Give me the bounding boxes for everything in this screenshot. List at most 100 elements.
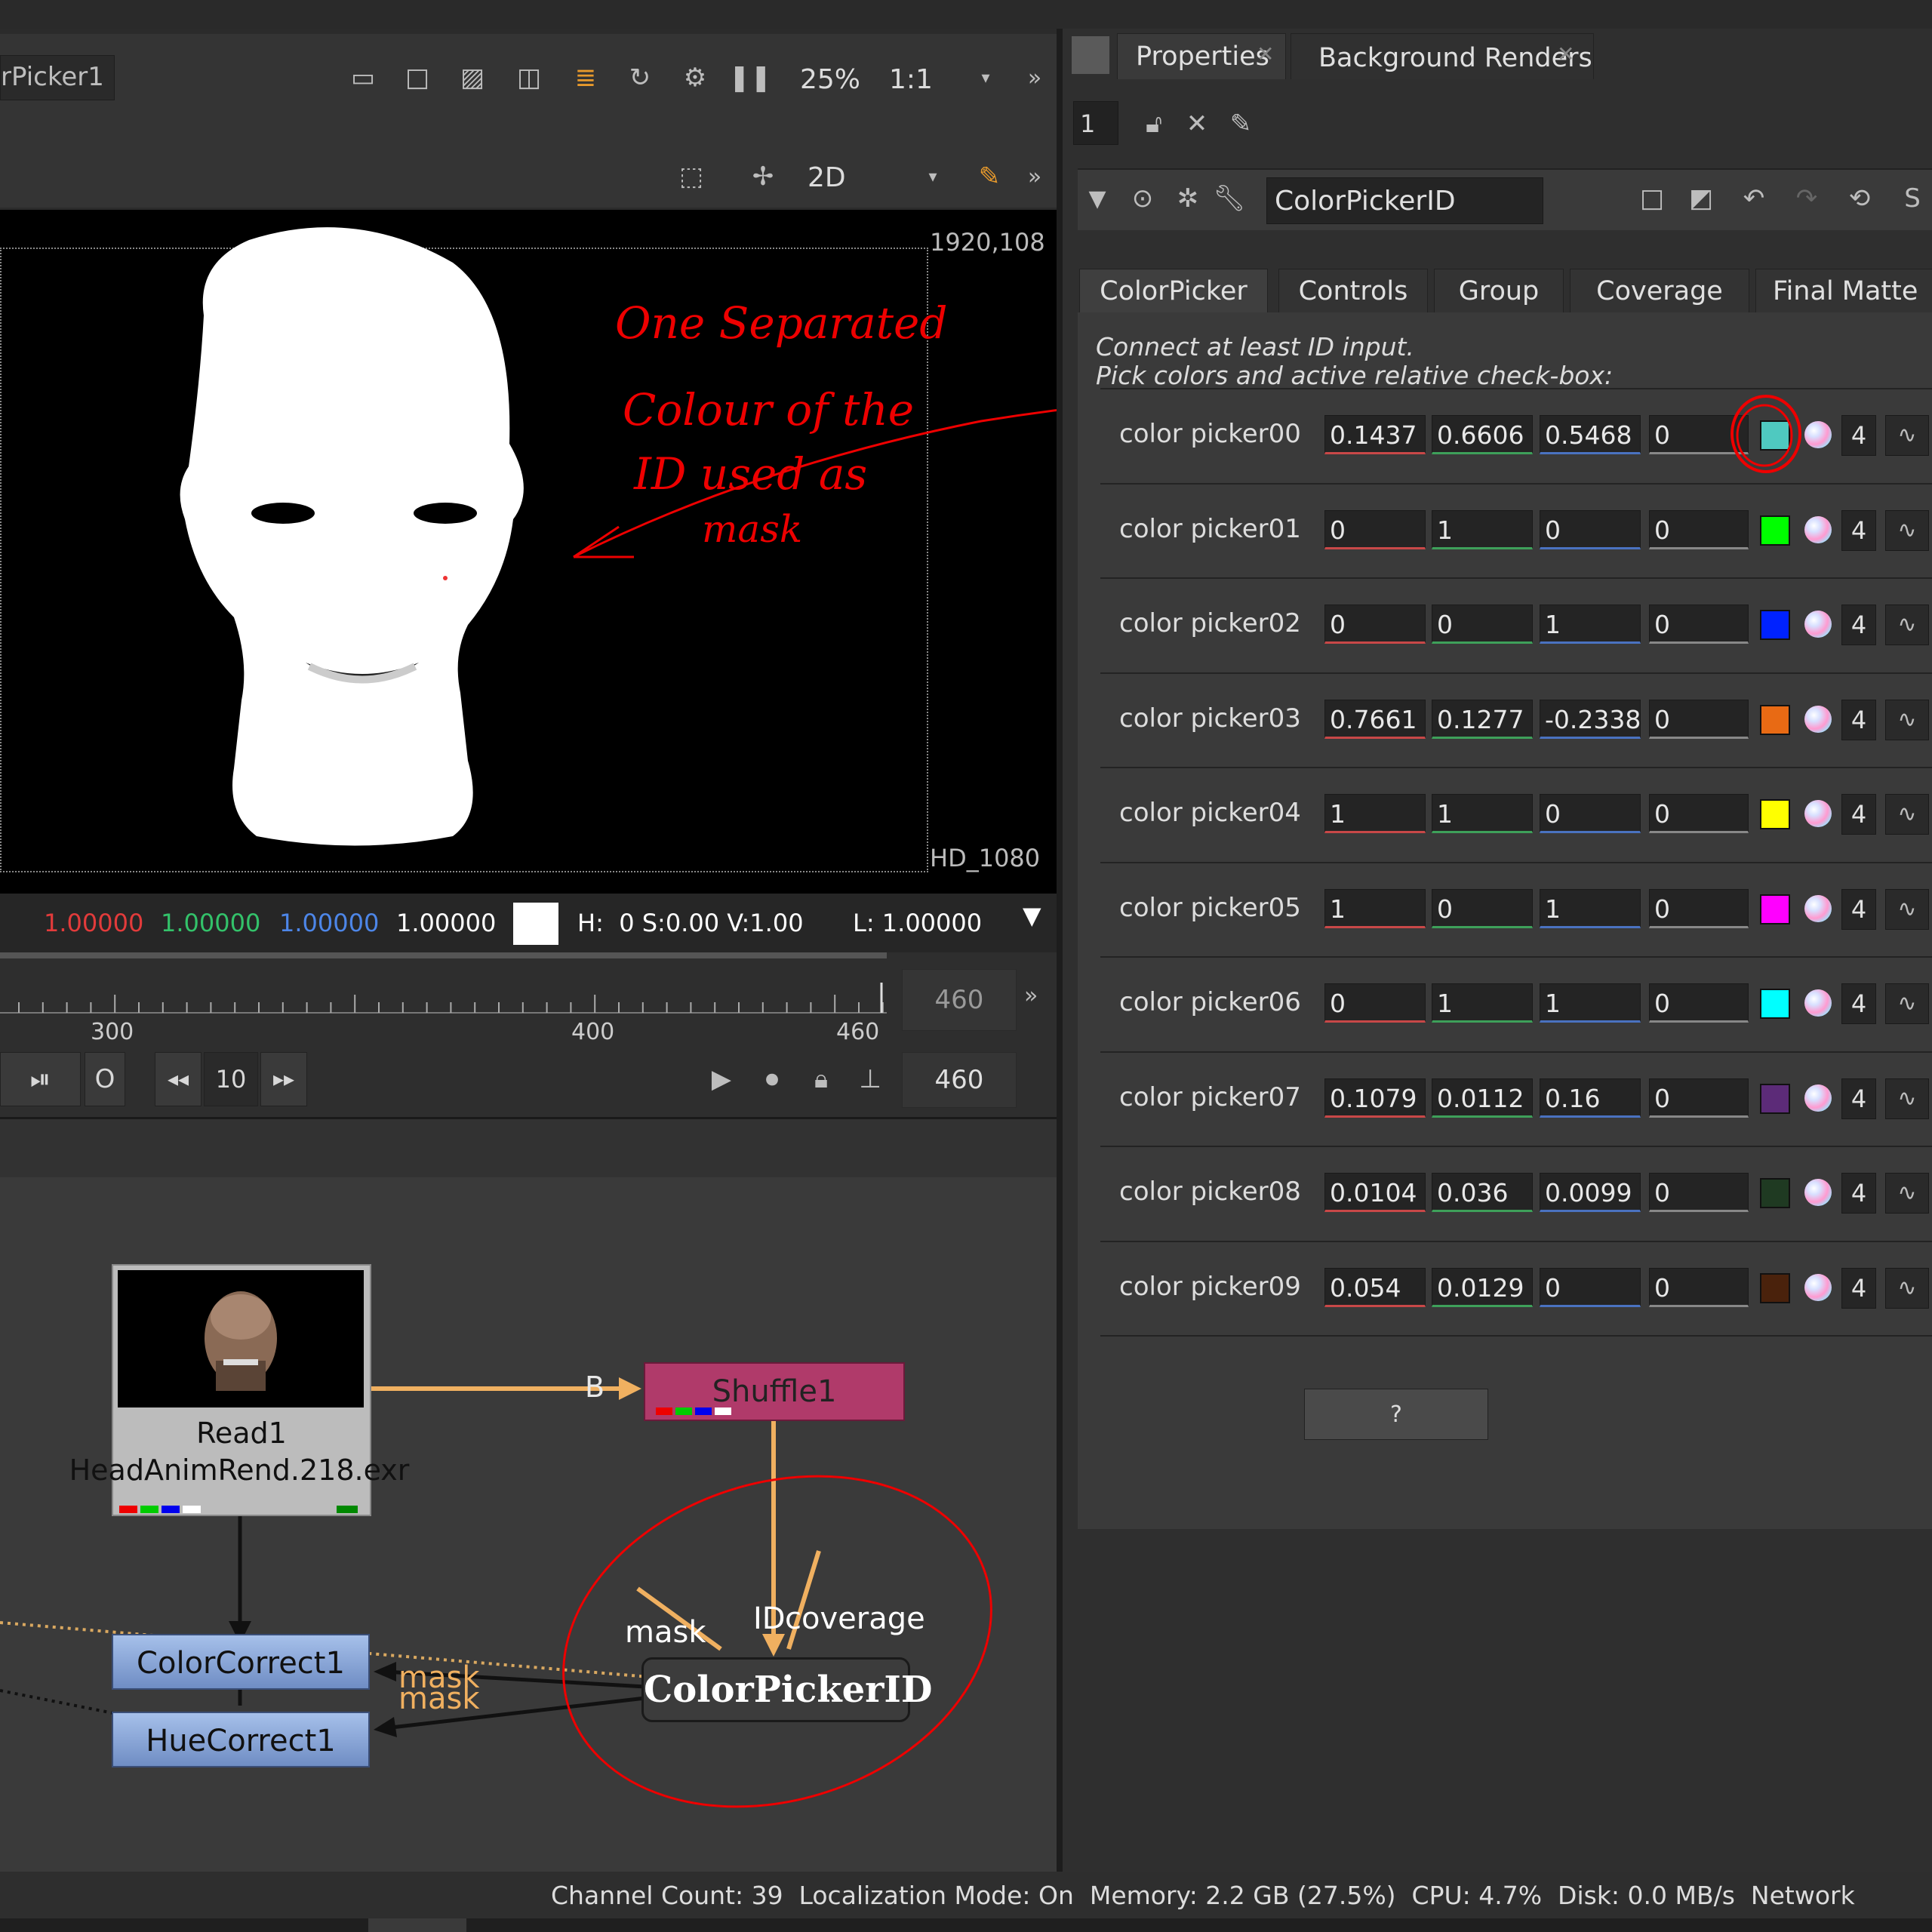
expand-icon[interactable]: » xyxy=(1015,58,1054,97)
step-back-icon[interactable]: ◂◂ xyxy=(155,1052,202,1106)
color-swatch-button[interactable] xyxy=(1760,894,1790,924)
taskbar-item[interactable] xyxy=(368,1918,466,1932)
flipbook-icon[interactable]: ▶ xyxy=(702,1060,741,1099)
picker-r-field[interactable]: 0.1079 xyxy=(1324,1078,1426,1118)
color-wheel-icon[interactable] xyxy=(1804,989,1832,1017)
roi-icon[interactable]: □ xyxy=(398,58,437,97)
channel-count-button[interactable]: 4 xyxy=(1841,415,1876,456)
channel-count-button[interactable]: 4 xyxy=(1841,1173,1876,1214)
help-button[interactable]: ? xyxy=(1304,1389,1488,1440)
channel-count-button[interactable]: 4 xyxy=(1841,509,1876,551)
picker-a-field[interactable]: 0 xyxy=(1649,794,1749,833)
record-icon[interactable]: ⏺ xyxy=(752,1060,792,1099)
picker-g-field[interactable]: 1 xyxy=(1432,509,1533,549)
tab-background-renders[interactable]: Background Renders ✕ xyxy=(1291,33,1594,79)
picker-b-field[interactable]: 1 xyxy=(1540,605,1641,644)
node-graph[interactable]: Read1 HeadAnimRend.218.exr Shuffle1 B Co… xyxy=(0,1177,1057,1887)
picker-r-field[interactable]: 0 xyxy=(1324,605,1426,644)
font-color-icon[interactable]: ◩ xyxy=(1681,179,1721,218)
picker-a-field[interactable]: 0 xyxy=(1649,1173,1749,1212)
lock-icon[interactable]: 🔓︎ xyxy=(1134,104,1174,143)
picker-b-field[interactable]: 0.0099 xyxy=(1540,1173,1641,1212)
channel-count-button[interactable]: 4 xyxy=(1841,699,1876,740)
region-select-icon[interactable]: ⬚ xyxy=(672,157,711,196)
viewer-node-field[interactable]: rPicker1 xyxy=(0,55,115,100)
range-icon[interactable]: ⊥ xyxy=(851,1060,890,1099)
timeline-ruler[interactable] xyxy=(0,983,898,1020)
ratio-value[interactable]: 1:1 xyxy=(889,64,933,95)
color-wheel-icon[interactable] xyxy=(1804,1084,1832,1112)
refresh-icon[interactable]: ↻ xyxy=(620,58,660,97)
color-swatch-button[interactable] xyxy=(1760,1272,1790,1303)
tab-properties[interactable]: Properties ✕ xyxy=(1117,33,1286,79)
animation-curve-icon[interactable]: ∿ xyxy=(1885,1078,1929,1119)
picker-g-field[interactable]: 1 xyxy=(1432,794,1533,833)
animation-curve-icon[interactable]: ∿ xyxy=(1885,1267,1929,1309)
revert-icon[interactable]: ⟲ xyxy=(1840,179,1879,218)
pencil-icon[interactable]: ✎ xyxy=(1221,104,1260,143)
huecorrect-node[interactable]: HueCorrect1 xyxy=(112,1712,370,1767)
colorcorrect-node[interactable]: ColorCorrect1 xyxy=(112,1634,370,1690)
center-node-icon[interactable]: ⊙ xyxy=(1123,179,1162,218)
overlay-icon[interactable]: ◫ xyxy=(509,58,549,97)
collapse-icon[interactable]: ▼ xyxy=(1078,179,1117,218)
picker-b-field[interactable]: 0 xyxy=(1540,1267,1641,1307)
picker-a-field[interactable]: 0 xyxy=(1649,983,1749,1023)
picker-g-field[interactable]: 0.6606 xyxy=(1432,415,1533,454)
color-wheel-icon[interactable] xyxy=(1804,1179,1832,1206)
color-wheel-icon[interactable] xyxy=(1804,611,1832,638)
channel-count-button[interactable]: 4 xyxy=(1841,605,1876,645)
close-icon[interactable]: ✕ xyxy=(1257,42,1274,66)
lock-icon[interactable]: 🔒︎ xyxy=(801,1060,841,1099)
picker-r-field[interactable]: 1 xyxy=(1324,888,1426,928)
step-forward-icon[interactable]: ▸▸ xyxy=(260,1052,307,1106)
transform-handle-icon[interactable]: ✢ xyxy=(743,157,783,196)
expand-icon-2[interactable]: » xyxy=(1015,157,1054,196)
tab-controls[interactable]: Controls xyxy=(1278,269,1428,313)
frame-icon[interactable]: ▭ xyxy=(343,58,383,97)
animation-curve-icon[interactable]: ∿ xyxy=(1885,1173,1929,1214)
picker-r-field[interactable]: 0.054 xyxy=(1324,1267,1426,1307)
picker-a-field[interactable]: 0 xyxy=(1649,699,1749,739)
picker-b-field[interactable]: 1 xyxy=(1540,888,1641,928)
clear-panels-icon[interactable]: ✕ xyxy=(1177,104,1217,143)
picker-b-field[interactable]: 0 xyxy=(1540,509,1641,549)
tab-colorpicker[interactable]: ColorPicker xyxy=(1079,269,1268,313)
color-wheel-icon[interactable] xyxy=(1804,800,1832,827)
animation-curve-icon[interactable]: ∿ xyxy=(1885,605,1929,645)
picker-a-field[interactable]: 0 xyxy=(1649,888,1749,928)
tab-group[interactable]: Group xyxy=(1434,269,1564,313)
play-to-end-icon[interactable]: ⏯ xyxy=(0,1052,81,1106)
pipette-icon[interactable]: ✎ xyxy=(970,157,1009,196)
picker-a-field[interactable]: 0 xyxy=(1649,1267,1749,1307)
channel-count-button[interactable]: 4 xyxy=(1841,983,1876,1024)
picker-r-field[interactable]: 1 xyxy=(1324,794,1426,833)
tile-color-icon[interactable]: □ xyxy=(1632,179,1672,218)
node-name-field[interactable]: ColorPickerID xyxy=(1266,177,1543,224)
animation-curve-icon[interactable]: ∿ xyxy=(1885,794,1929,835)
color-swatch-button[interactable] xyxy=(1760,989,1790,1019)
undo-icon[interactable]: ↶ xyxy=(1734,179,1774,218)
wrench-icon[interactable]: 🔧︎ xyxy=(1210,179,1249,218)
tab-coverage[interactable]: Coverage xyxy=(1570,269,1749,313)
picker-g-field[interactable]: 0.036 xyxy=(1432,1173,1533,1212)
close-icon[interactable]: ✕ xyxy=(1557,42,1574,66)
picker-g-field[interactable]: 0.1277 xyxy=(1432,699,1533,739)
chip-icon[interactable]: ⚙ xyxy=(675,58,715,97)
panel-splitter[interactable] xyxy=(1057,29,1063,1887)
picker-r-field[interactable]: 0.1437 xyxy=(1324,415,1426,454)
animation-curve-icon[interactable]: ∿ xyxy=(1885,509,1929,551)
color-wheel-icon[interactable] xyxy=(1804,1273,1832,1301)
timeline-scroll[interactable] xyxy=(0,952,887,958)
max-panels-field[interactable]: 1 xyxy=(1073,101,1118,145)
color-swatch-button[interactable] xyxy=(1760,799,1790,829)
info-dropdown-icon[interactable]: ▼ xyxy=(1023,901,1041,930)
redo-icon[interactable]: ↷ xyxy=(1787,179,1826,218)
channel-count-button[interactable]: 4 xyxy=(1841,1078,1876,1119)
end-frame-field[interactable]: 460 xyxy=(902,1052,1017,1108)
picker-a-field[interactable]: 0 xyxy=(1649,509,1749,549)
color-swatch-button[interactable] xyxy=(1760,1178,1790,1208)
tab-final-matte[interactable]: Final Matte xyxy=(1755,269,1932,312)
color-swatch-button[interactable] xyxy=(1760,1083,1790,1114)
animation-curve-icon[interactable]: ∿ xyxy=(1885,699,1929,740)
